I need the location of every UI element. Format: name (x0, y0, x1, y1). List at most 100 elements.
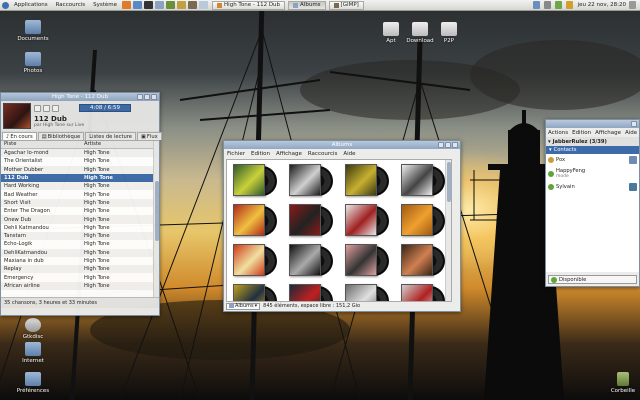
track-row[interactable]: African airline High Tone (1, 281, 159, 291)
gnome-foot-icon[interactable] (2, 1, 9, 9)
presence-selector[interactable]: Disponible (548, 275, 637, 284)
minimize-button[interactable] (438, 142, 444, 148)
album-item[interactable] (345, 244, 391, 280)
maximize-button[interactable] (144, 94, 150, 100)
track-row[interactable]: Hard Working High Tone (1, 182, 159, 191)
menu-raccourcis[interactable]: Raccourcis (52, 2, 90, 8)
power-icon[interactable] (629, 1, 636, 9)
track-row[interactable]: Onew Dub High Tone (1, 215, 159, 224)
update-icon[interactable] (565, 1, 573, 9)
menu-raccourcis[interactable]: Raccourcis (305, 151, 341, 157)
account-row[interactable]: ▾ JabberRulez (3/39) (546, 137, 639, 146)
contact-group[interactable]: ▾ Contacts (546, 146, 639, 154)
menu-aide[interactable]: Aide (340, 151, 358, 157)
contacts-titlebar[interactable] (546, 120, 639, 128)
desktop-icon-internet[interactable]: Internet (13, 342, 53, 364)
album-item[interactable] (401, 164, 447, 200)
contact-pox[interactable]: Pox (546, 154, 639, 165)
desktop-icon-trash[interactable]: Corbeille (606, 372, 640, 394)
menu-applications[interactable]: Applications (10, 2, 52, 8)
albums-titlebar[interactable]: Albums (224, 141, 460, 149)
menu-edition[interactable]: Edition (248, 151, 273, 157)
desktop-icon-documents[interactable]: Documents (13, 20, 53, 42)
album-item[interactable] (289, 284, 335, 301)
album-item[interactable] (345, 204, 391, 240)
menu-actions[interactable]: Actions (546, 130, 570, 136)
close-button[interactable] (452, 142, 458, 148)
previous-icon[interactable] (34, 104, 41, 112)
album-item[interactable] (289, 164, 335, 200)
chat-icon[interactable] (554, 1, 562, 9)
pause-icon[interactable] (43, 104, 50, 112)
tab-listes-de-lecture[interactable]: Listes de lecture (85, 132, 136, 140)
browser-launcher-icon[interactable] (122, 1, 132, 9)
scrollbar-thumb[interactable] (155, 181, 159, 241)
menu-affichage[interactable]: Affichage (273, 151, 305, 157)
track-row[interactable]: Emergency High Tone (1, 273, 159, 281)
desktop-icon-preferences[interactable]: Préférences (13, 372, 53, 394)
track-row[interactable]: Mother Dubber High Tone (1, 165, 159, 174)
close-button[interactable] (151, 94, 157, 100)
volume-icon[interactable] (543, 1, 551, 9)
track-row[interactable]: Enter The Dragon High Tone (1, 207, 159, 215)
track-row[interactable]: DehliKatmandou High Tone (1, 248, 159, 257)
mail-launcher-icon[interactable] (133, 1, 143, 9)
album-item[interactable] (233, 284, 279, 301)
album-item[interactable] (289, 204, 335, 240)
menu-systeme[interactable]: Système (89, 2, 121, 8)
menu-affichage[interactable]: Affichage (593, 130, 623, 136)
tab-flux[interactable]: ▣ Flux (137, 132, 162, 140)
show-desktop-icon[interactable] (199, 1, 209, 9)
contact-happyfeng[interactable]: HappyFeng mode (546, 165, 639, 181)
scrollbar-thumb[interactable] (447, 162, 451, 202)
album-item[interactable] (233, 164, 279, 200)
desktop-icon-gtkdisc[interactable]: Gtkdisc (13, 318, 53, 340)
track-row[interactable]: Maxiana in dub High Tone (1, 257, 159, 265)
track-list-scrollbar[interactable] (153, 141, 159, 297)
track-row[interactable]: Short Visit High Tone (1, 198, 159, 208)
terminal-launcher-icon[interactable] (144, 1, 154, 9)
view-selector[interactable]: Albums ▾ (226, 302, 261, 310)
maximize-button[interactable] (445, 142, 451, 148)
track-row[interactable]: 112 Dub High Tone (1, 173, 159, 183)
track-row[interactable]: Dehli Katmandou High Tone (1, 224, 159, 232)
music-player-titlebar[interactable]: High Tone - 112 Dub (1, 93, 159, 101)
track-row[interactable]: Replay High Tone (1, 265, 159, 274)
track-row[interactable]: Bad Weather High Tone (1, 190, 159, 198)
minimize-button[interactable] (137, 94, 143, 100)
desktop-icon-photos[interactable]: Photos (13, 52, 53, 74)
album-item[interactable] (233, 204, 279, 240)
album-item[interactable] (401, 244, 447, 280)
menu-aide[interactable]: Aide (623, 130, 639, 136)
tab-bibliotheque[interactable]: ▤ Bibliothèque (37, 132, 85, 140)
task-albums[interactable]: Albums (288, 0, 326, 10)
album-item[interactable] (345, 284, 391, 301)
tab-en-cours[interactable]: ♪ En cours (2, 132, 37, 140)
column-header-artiste[interactable]: Artiste (81, 141, 147, 148)
task-gimp[interactable]: [GIMP] (328, 0, 364, 10)
track-row[interactable]: Agachar Io-mond High Tone (1, 149, 159, 158)
track-row[interactable]: Tanstarn High Tone (1, 231, 159, 241)
album-item[interactable] (233, 244, 279, 280)
menu-fichier[interactable]: Fichier (224, 151, 248, 157)
network-icon[interactable] (532, 1, 540, 9)
close-button[interactable] (631, 121, 637, 127)
track-progress[interactable]: 4:08 / 6:59 (79, 104, 131, 112)
track-row[interactable]: Echo-Logik High Tone (1, 240, 159, 248)
album-item[interactable] (289, 244, 335, 280)
track-row[interactable]: The Orientalist High Tone (1, 157, 159, 165)
task-music-player[interactable]: High Tone - 112 Dub (212, 0, 286, 10)
image-launcher-icon[interactable] (166, 1, 176, 9)
next-icon[interactable] (52, 104, 59, 112)
desktop-icon-p2p[interactable]: P2P (429, 22, 469, 44)
album-item[interactable] (401, 284, 447, 301)
gimp-launcher-icon[interactable] (188, 1, 198, 9)
music-launcher-icon[interactable] (177, 1, 187, 9)
column-header-piste[interactable]: Piste (1, 141, 81, 148)
clock[interactable]: jeu 22 nov, 28:20 (578, 2, 626, 8)
editor-launcher-icon[interactable] (155, 1, 165, 9)
album-item[interactable] (345, 164, 391, 200)
menu-edition[interactable]: Edition (570, 130, 593, 136)
album-item[interactable] (401, 204, 447, 240)
contact-sylvain[interactable]: Sylvain (546, 181, 639, 192)
